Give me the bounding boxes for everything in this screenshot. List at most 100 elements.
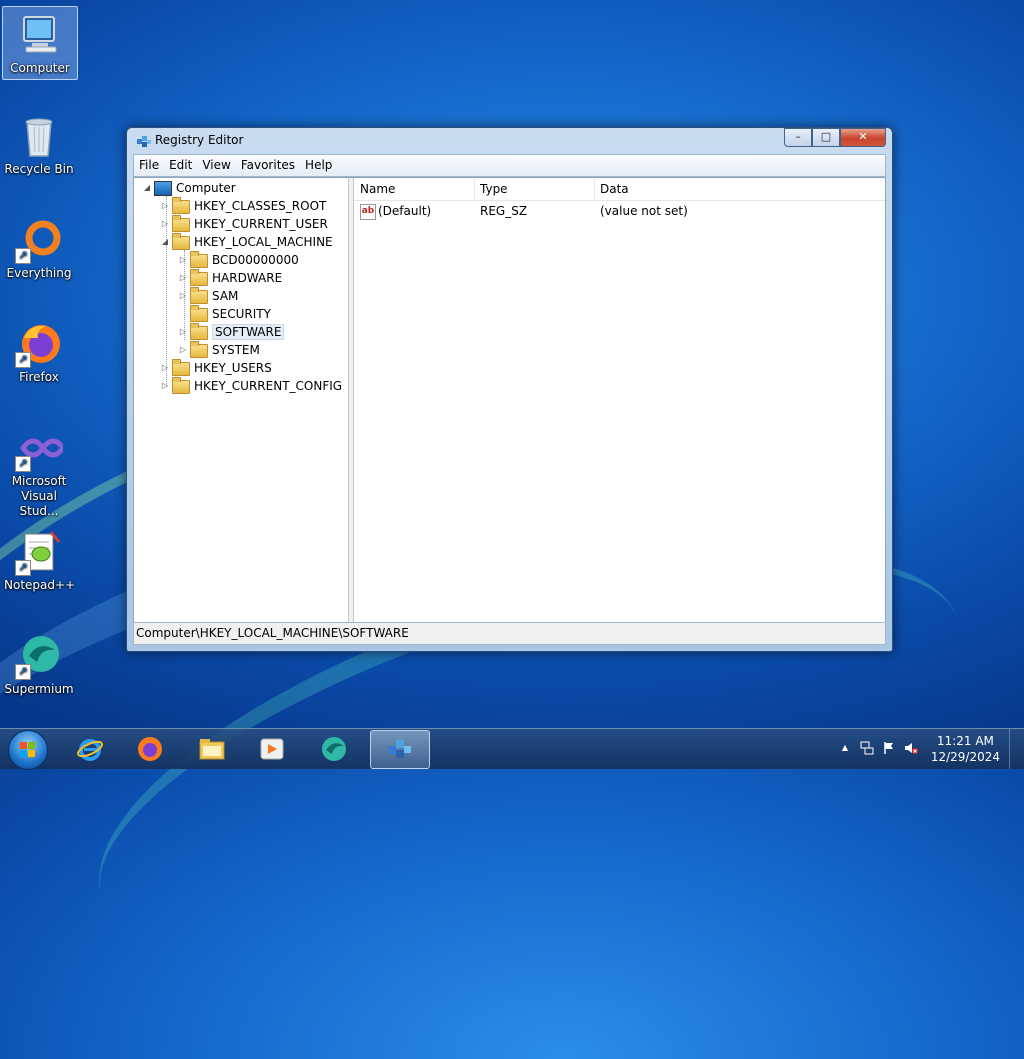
desktop-icon-visual-studio[interactable]: ↗ Microsoft Visual Stud... — [2, 420, 76, 522]
desktop-icon-label: Notepad++ — [4, 578, 76, 592]
expand-arrow-icon[interactable]: ▷ — [178, 251, 188, 269]
registry-tree[interactable]: ◢ Computer ▷ HKEY_CLASSES_ROOT ▷ HKEY_CURRE… — [134, 178, 349, 622]
menu-edit[interactable]: Edit — [164, 155, 197, 175]
windows-logo-icon — [20, 742, 35, 757]
shortcut-arrow-icon: ↗ — [15, 560, 31, 576]
desktop-icon-label: Computer — [10, 61, 70, 75]
column-header-data[interactable]: Data — [594, 178, 780, 200]
computer-icon — [16, 11, 64, 59]
tree-node-bcd[interactable]: ▷ BCD00000000 — [178, 251, 299, 269]
taskbar-regedit-button[interactable] — [370, 730, 430, 769]
system-tray: ▲ 11:21 AM 12/29/2024 — [834, 729, 1024, 769]
expand-arrow-icon[interactable]: ▷ — [160, 197, 170, 215]
show-desktop-button[interactable] — [1009, 729, 1024, 769]
folder-icon — [190, 287, 208, 304]
minimize-button[interactable]: – — [784, 128, 812, 147]
menu-help[interactable]: Help — [300, 155, 337, 175]
media-player-icon — [260, 738, 284, 760]
taskbar-clock[interactable]: 11:21 AM 12/29/2024 — [931, 733, 1000, 765]
title-bar[interactable]: Registry Editor – □ ✕ — [127, 128, 892, 154]
desktop-icon-label: Firefox — [19, 370, 59, 384]
column-header-type[interactable]: Type — [474, 178, 595, 200]
taskbar-ie-button[interactable] — [62, 730, 120, 767]
tree-node-hardware[interactable]: ▷ HARDWARE — [178, 269, 282, 287]
close-button[interactable]: ✕ — [840, 128, 886, 147]
shortcut-arrow-icon: ↗ — [15, 664, 31, 680]
firefox-icon — [138, 737, 162, 761]
start-button[interactable] — [8, 730, 48, 770]
registry-editor-window[interactable]: Registry Editor – □ ✕ File Edit View Favori… — [126, 127, 893, 652]
show-hidden-icons-button[interactable]: ▲ — [838, 741, 852, 755]
folder-icon — [190, 251, 208, 268]
collapse-arrow-icon[interactable]: ◢ — [160, 233, 170, 251]
desktop-icon-firefox[interactable]: ↗ Firefox — [2, 316, 76, 388]
desktop-icon-computer[interactable]: Computer — [2, 6, 78, 80]
notepad-plus-plus-icon: ↗ — [15, 528, 63, 576]
registry-editor-icon — [136, 134, 152, 150]
shortcut-arrow-icon: ↗ — [15, 352, 31, 368]
expand-arrow-icon[interactable]: ▷ — [160, 377, 170, 395]
tree-node-system[interactable]: ▷ SYSTEM — [178, 341, 260, 359]
taskbar-explorer-button[interactable] — [184, 730, 242, 767]
expand-arrow-icon[interactable]: ▷ — [160, 215, 170, 233]
taskbar-firefox-button[interactable] — [122, 730, 180, 767]
tree-node-hku[interactable]: ▷ HKEY_USERS — [160, 359, 272, 377]
folder-icon — [172, 197, 190, 214]
folder-icon — [172, 359, 190, 376]
action-center-flag-icon[interactable] — [882, 741, 896, 755]
window-controls: – □ ✕ — [784, 128, 886, 147]
status-bar: Computer\HKEY_LOCAL_MACHINE\SOFTWARE — [133, 622, 886, 645]
value-data-cell: (value not set) — [600, 204, 688, 218]
expand-arrow-icon[interactable]: ▷ — [178, 341, 188, 359]
shortcut-arrow-icon: ↗ — [15, 456, 31, 472]
expand-arrow-icon[interactable]: ▷ — [160, 359, 170, 377]
expand-arrow-icon[interactable]: ▷ — [178, 287, 188, 305]
menu-view[interactable]: View — [197, 155, 235, 175]
desktop-icon-supermium[interactable]: ↗ Supermium — [2, 628, 76, 700]
collapse-arrow-icon[interactable]: ◢ — [142, 179, 152, 197]
volume-muted-icon[interactable] — [904, 741, 918, 755]
desktop-icon-everything[interactable]: ↗ Everything — [2, 212, 76, 284]
tree-node-security[interactable]: SECURITY — [178, 305, 271, 323]
clock-date: 12/29/2024 — [930, 750, 1000, 764]
folder-icon — [190, 269, 208, 286]
list-item[interactable]: ab (Default) REG_SZ (value not set) — [354, 202, 885, 220]
tree-node-hkcc[interactable]: ▷ HKEY_CURRENT_CONFIG — [160, 377, 342, 395]
menu-bar: File Edit View Favorites Help — [133, 154, 886, 177]
folder-icon — [172, 377, 190, 394]
menu-file[interactable]: File — [134, 155, 164, 175]
tree-node-sam[interactable]: ▷ SAM — [178, 287, 238, 305]
expand-arrow-icon[interactable]: ▷ — [178, 323, 188, 341]
recycle-bin-icon — [15, 112, 63, 160]
tree-node-hkcu[interactable]: ▷ HKEY_CURRENT_USER — [160, 215, 328, 233]
maximize-button[interactable]: □ — [812, 128, 840, 147]
desktop-icon-label: Recycle Bin — [4, 162, 74, 176]
taskbar-media-player-button[interactable] — [244, 730, 302, 767]
client-area: ◢ Computer ▷ HKEY_CLASSES_ROOT ▷ HKEY_CURRE… — [133, 177, 886, 623]
network-icon[interactable] — [860, 741, 874, 755]
taskbar-supermium-button[interactable] — [306, 730, 364, 767]
desktop-icon-label: Supermium — [4, 682, 74, 696]
folder-icon — [190, 323, 208, 340]
tree-node-software[interactable]: ▷ SOFTWARE — [178, 323, 285, 341]
tree-node-hkcr[interactable]: ▷ HKEY_CLASSES_ROOT — [160, 197, 326, 215]
tree-node-computer[interactable]: ◢ Computer — [142, 179, 236, 197]
desktop-icon-notepadpp[interactable]: ↗ Notepad++ — [2, 524, 76, 596]
expand-arrow-icon[interactable]: ▷ — [178, 269, 188, 287]
registry-editor-icon — [388, 740, 411, 758]
clock-time: 11:21 AM — [936, 734, 994, 748]
folder-icon — [190, 341, 208, 358]
internet-explorer-icon — [77, 739, 103, 761]
taskbar: ▲ 11:21 AM 12/29/2024 — [0, 728, 1024, 770]
menu-favorites[interactable]: Favorites — [236, 155, 300, 175]
desktop-icon-label: Microsoft Visual Stud... — [11, 474, 67, 518]
tree-node-hklm[interactable]: ◢ HKEY_LOCAL_MACHINE — [160, 233, 333, 251]
column-header-name[interactable]: Name — [354, 178, 475, 200]
visual-studio-icon: ↗ — [15, 424, 67, 472]
folder-icon — [199, 739, 225, 760]
values-list[interactable]: Name Type Data ab (Default) REG_SZ (value… — [354, 178, 885, 622]
supermium-icon — [322, 737, 346, 761]
firefox-icon: ↗ — [15, 320, 63, 368]
value-name-cell: ab (Default) — [360, 203, 432, 220]
desktop-icon-recycle-bin[interactable]: Recycle Bin — [2, 108, 76, 180]
